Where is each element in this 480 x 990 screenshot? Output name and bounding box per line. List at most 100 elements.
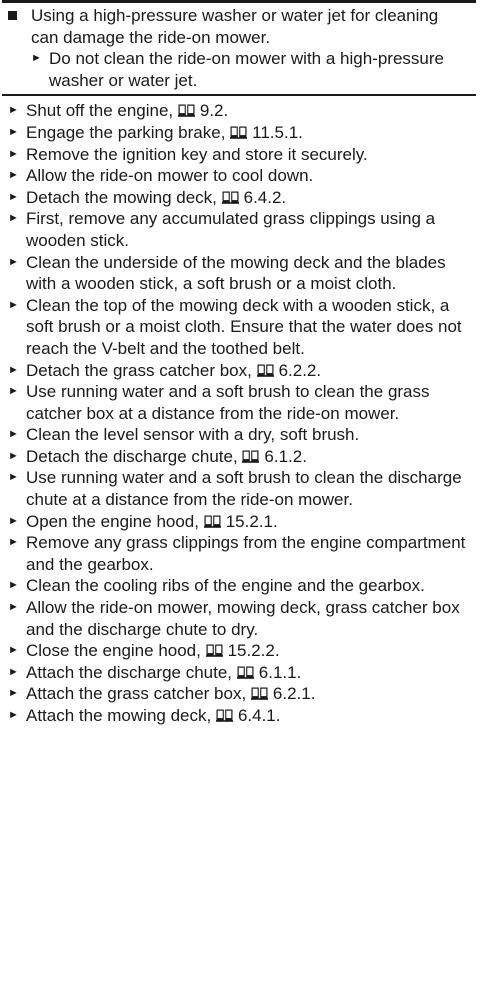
manual-page: Using a high-pressure washer or water je… <box>0 0 480 727</box>
step-content: Open the engine hood, 15.2.1. <box>26 511 470 533</box>
book-icon <box>236 666 254 679</box>
reference-number: 15.2.1. <box>225 511 278 531</box>
list-item: ► Shut off the engine, 9.2. <box>8 100 470 122</box>
step-content: Clean the level sensor with a dry, soft … <box>26 424 470 446</box>
reference-number: 11.5.1. <box>252 122 303 142</box>
triangle-bullet-icon: ► <box>8 471 19 484</box>
cross-reference-link[interactable]: 6.2.1. <box>250 684 316 704</box>
step-text: Attach the grass catcher box, <box>26 684 247 704</box>
list-item: ► Detach the mowing deck, 6.4.2. <box>8 187 470 209</box>
step-content: Allow the ride-on mower to cool down. <box>26 165 470 187</box>
step-text: Close the engine hood, <box>26 641 201 661</box>
list-item: ► First, remove any accumulated grass cli… <box>8 208 470 251</box>
triangle-bullet-icon: ► <box>8 147 19 160</box>
triangle-bullet-icon: ► <box>8 363 19 376</box>
square-bullet-icon <box>8 11 17 20</box>
book-icon <box>215 709 233 722</box>
book-icon <box>250 687 268 701</box>
list-item: ► Clean the level sensor with a dry, soft… <box>8 424 470 446</box>
book-icon <box>230 126 248 139</box>
triangle-bullet-icon: ► <box>8 298 19 311</box>
step-content: Attach the discharge chute, 6.1.1. <box>26 662 470 684</box>
triangle-bullet-icon: ► <box>8 385 19 398</box>
step-content: Attach the mowing deck, 6.4.1. <box>26 705 470 727</box>
step-content: Clean the cooling ribs of the engine and… <box>26 575 470 597</box>
step-content: Detach the grass catcher box, 6.2.2. <box>26 360 470 382</box>
list-item: ► Engage the parking brake, 11.5.1. <box>8 122 470 144</box>
step-content: Remove any grass clippings from the engi… <box>26 532 470 575</box>
list-item: ► Attach the mowing deck, 6.4.1. <box>8 705 470 727</box>
step-content: Detach the discharge chute, 6.1.2. <box>26 446 470 468</box>
cross-reference-link[interactable]: 11.5.1. <box>230 123 303 142</box>
triangle-bullet-icon: ► <box>8 125 19 138</box>
notice-statement: Using a high-pressure washer or water je… <box>8 5 470 48</box>
cross-reference-link[interactable]: 6.1.2. <box>242 447 307 466</box>
book-icon <box>205 644 223 658</box>
book-icon <box>256 364 274 377</box>
step-content: Clean the underside of the mowing deck a… <box>26 252 470 295</box>
list-item: ► Attach the grass catcher box, 6.2.1. <box>8 683 470 705</box>
step-content: Remove the ignition key and store it sec… <box>26 144 470 166</box>
step-text: First, remove any accumulated grass clip… <box>26 209 436 250</box>
notice-text: Using a high-pressure washer or water je… <box>31 6 439 47</box>
triangle-bullet-icon: ► <box>8 579 19 592</box>
cross-reference-link[interactable]: 15.2.2. <box>205 641 280 661</box>
list-item: ► Attach the discharge chute, 6.1.1. <box>8 662 470 684</box>
cross-reference-link[interactable]: 6.2.2. <box>256 360 322 380</box>
triangle-bullet-icon: ► <box>8 428 19 441</box>
reference-number: 6.1.2. <box>264 446 307 466</box>
step-text: Use running water and a soft brush to cl… <box>26 382 430 423</box>
step-content: Close the engine hood, 15.2.2. <box>26 640 470 662</box>
reference-number: 15.2.2. <box>227 641 280 661</box>
step-text: Clean the level sensor with a dry, soft … <box>26 425 360 445</box>
step-text: Clean the underside of the mowing deck a… <box>26 252 446 294</box>
step-content: Clean the top of the mowing deck with a … <box>26 295 470 360</box>
reference-number: 6.2.1. <box>272 684 316 704</box>
list-item: ► Allow the ride-on mower to cool down. <box>8 165 470 187</box>
triangle-bullet-icon: ► <box>8 644 19 657</box>
reference-number: 6.4.2. <box>243 187 287 207</box>
step-text: Allow the ride-on mower, mowing deck, gr… <box>26 598 460 639</box>
list-item: ► Detach the grass catcher box, 6.2.2. <box>8 360 470 382</box>
step-text: Shut off the engine, <box>26 101 174 121</box>
step-text: Use running water and a soft brush to cl… <box>26 468 462 510</box>
book-icon <box>203 515 221 528</box>
notice-instruction-text: Do not clean the ride-on mower with a hi… <box>49 49 444 90</box>
cross-reference-link[interactable]: 6.4.1. <box>215 706 281 725</box>
triangle-bullet-icon: ► <box>8 190 19 203</box>
step-content: Engage the parking brake, 11.5.1. <box>26 122 470 144</box>
book-icon <box>177 104 195 118</box>
notice-instruction: ► Do not clean the ride-on mower with a … <box>8 48 470 91</box>
cleaning-steps-list: ► Shut off the engine, 9.2. ► Engage the pa… <box>0 100 480 726</box>
list-item: ► Open the engine hood, 15.2.1. <box>8 511 470 533</box>
triangle-bullet-icon: ► <box>8 601 19 614</box>
step-text: Remove the ignition key and store it sec… <box>26 144 368 164</box>
step-text: Allow the ride-on mower to cool down. <box>26 166 314 186</box>
cross-reference-link[interactable]: 9.2. <box>177 101 228 120</box>
step-content: First, remove any accumulated grass clip… <box>26 208 470 251</box>
list-item: ► Close the engine hood, 15.2.2. <box>8 640 470 662</box>
step-content: Use running water and a soft brush to cl… <box>26 381 470 424</box>
reference-number: 6.2.2. <box>278 360 322 380</box>
reference-number: 6.4.1. <box>237 706 281 725</box>
step-content: Shut off the engine, 9.2. <box>26 100 470 122</box>
triangle-bullet-icon: ► <box>8 665 19 678</box>
triangle-bullet-icon: ► <box>8 514 19 527</box>
step-content: Allow the ride-on mower, mowing deck, gr… <box>26 597 470 640</box>
cross-reference-link[interactable]: 15.2.1. <box>203 511 278 531</box>
step-text: Attach the discharge chute, <box>26 662 233 682</box>
cross-reference-link[interactable]: 6.4.2. <box>221 187 287 207</box>
triangle-bullet-icon: ► <box>8 449 19 462</box>
cross-reference-link[interactable]: 6.1.1. <box>236 663 301 682</box>
triangle-bullet-icon: ► <box>8 709 19 721</box>
step-text: Clean the cooling ribs of the engine and… <box>26 576 425 596</box>
list-item: ► Use running water and a soft brush to c… <box>8 381 470 424</box>
triangle-bullet-icon: ► <box>8 687 19 700</box>
list-item: ► Use running water and a soft brush to c… <box>8 467 470 510</box>
book-icon <box>242 450 260 463</box>
step-text: Clean the top of the mowing deck with a … <box>26 295 462 358</box>
step-content: Detach the mowing deck, 6.4.2. <box>26 187 470 209</box>
list-item: ► Clean the cooling ribs of the engine an… <box>8 575 470 597</box>
list-item: ► Clean the top of the mowing deck with a… <box>8 295 470 360</box>
step-text: Attach the mowing deck, <box>26 706 212 725</box>
